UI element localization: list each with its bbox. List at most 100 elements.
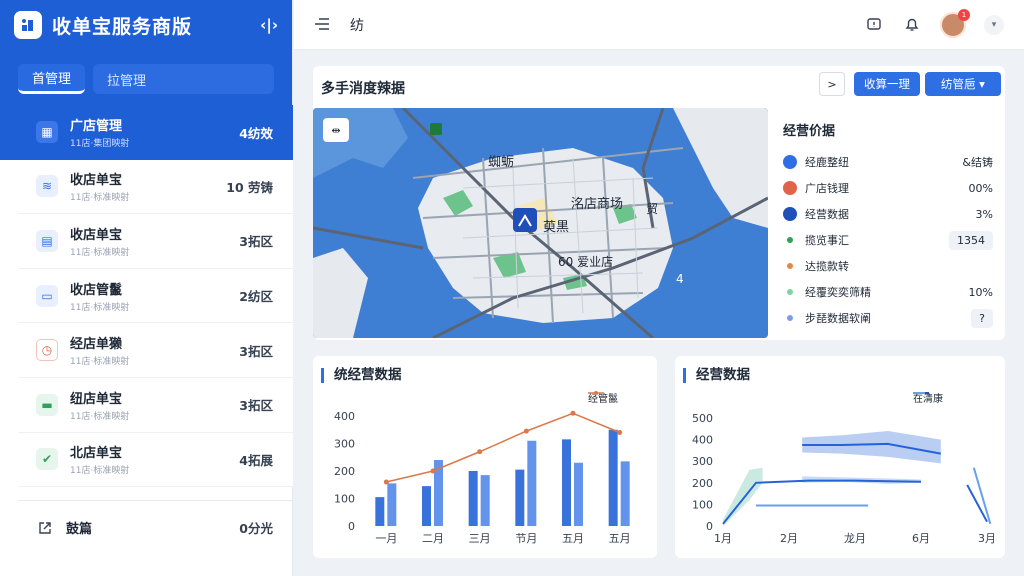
- stat-row: 步琵数据软阐?: [783, 305, 993, 331]
- collapse-icon[interactable]: ‹|›: [260, 16, 278, 34]
- brand-header: 收单宝服务商版 ‹|›: [0, 0, 292, 50]
- sidebar-item-label: 收店单宝: [70, 227, 123, 243]
- stat-label: 广店钱理: [805, 182, 849, 195]
- bar: [574, 462, 583, 526]
- bar: [480, 475, 490, 526]
- sidebar-item-label: 收店管鬣: [70, 282, 123, 298]
- stat-value: 10%: [968, 285, 993, 299]
- stat-row: 达揽款转: [783, 253, 993, 279]
- primary-button-1[interactable]: 收算一理: [854, 72, 920, 96]
- sidebar-item-bottom[interactable]: 鼓篇 0分光: [18, 500, 293, 554]
- sidebar-item-sub: 11店·集团映射: [70, 139, 130, 150]
- area-band: [802, 430, 941, 464]
- x-tick-label: 2月: [780, 532, 798, 545]
- sidebar-item-sub: 11店·标准映射: [70, 247, 130, 258]
- sidebar-item-value: 4纺效: [239, 125, 273, 141]
- bar: [620, 461, 630, 526]
- stat-icon: [783, 207, 797, 221]
- sidebar-item[interactable]: ▭ 收店管鬣 11店·标准映射 2纺区: [18, 268, 293, 324]
- stat-label: 步琵数据软阐: [805, 312, 871, 325]
- y-tick-label: 0: [706, 520, 713, 533]
- app-logo: [14, 11, 42, 39]
- sidebar-item[interactable]: ▦ 广店管理 11店·集团映射 4纺效: [0, 105, 293, 160]
- stat-label: 揽览事汇: [805, 234, 849, 247]
- sidebar-menu: ▦ 广店管理 11店·集团映射 4纺效 ≋ 收店单宝 11店·标准映射 10 劳铸 ▤ 收店单宝 1…: [0, 105, 293, 488]
- map-label: 贸: [646, 202, 658, 216]
- y-tick-label: 300: [692, 455, 713, 468]
- sidebar-item[interactable]: ✔ 北店单宝 11店·标准映射 4拓展: [18, 432, 293, 488]
- bar: [422, 486, 431, 526]
- line-series: [722, 479, 922, 525]
- y-tick-label: 400: [334, 410, 355, 423]
- sidebar-item-label: 北店单宝: [70, 446, 123, 462]
- sidebar-item-value: 3拓区: [239, 343, 273, 359]
- y-tick-label: 0: [348, 520, 355, 533]
- map-label: 4: [676, 272, 684, 286]
- line-series: [386, 412, 620, 483]
- sidebar-item-value: 3拓区: [239, 398, 273, 414]
- y-tick-label: 200: [334, 465, 355, 478]
- x-tick-label: 龙月: [844, 532, 866, 545]
- y-tick-label: 100: [692, 498, 713, 511]
- stat-value: 00%: [968, 181, 993, 195]
- y-tick-label: 200: [692, 477, 713, 490]
- stat-label: 经覆奕奕筛精: [805, 286, 871, 299]
- map-layer-icon[interactable]: ⇹: [323, 118, 349, 142]
- line-point: [383, 479, 389, 485]
- line-point: [570, 410, 576, 416]
- sidebar-item-label: 纽店单宝: [70, 391, 123, 407]
- sidebar-tab-second[interactable]: 拉管理: [93, 64, 274, 94]
- sidebar-item-value: 3拓区: [239, 234, 273, 250]
- bar-chart-card: 统经营数据 经管鬣 0 100 200 300 400 一月 二月 三月 节月 五月 五月: [313, 356, 657, 558]
- stats-panel: 经营价据 经鹿整纽 &结铸 广店钱理 00% 经营数据 3% 揽览事汇 1354 达揽款转 经覆奕…: [771, 108, 1005, 338]
- stat-value: &结铸: [962, 156, 993, 169]
- external-link-icon: [39, 521, 51, 534]
- sidebar-item[interactable]: ▤ 收店单宝 11店·标准映射 3拓区: [18, 214, 293, 269]
- chevron-down-icon[interactable]: ▾: [984, 14, 1004, 35]
- x-tick-label: 6月: [912, 532, 930, 545]
- stats-title: 经营价据: [783, 124, 836, 139]
- sidebar-item-label: 广店管理: [70, 119, 123, 135]
- sidebar-item-value: 0分光: [239, 521, 273, 536]
- avatar[interactable]: 1: [940, 8, 970, 38]
- sidebar-item-label: 收店单宝: [70, 173, 123, 189]
- sidebar-tabs: 首管理 拉管理: [0, 50, 292, 106]
- sidebar-item[interactable]: ≋ 收店单宝 11店·标准映射 10 劳铸: [18, 159, 293, 215]
- doc-icon: ▭: [36, 284, 58, 307]
- map-label: 60 爱业店: [558, 255, 613, 269]
- bar: [515, 469, 525, 526]
- y-tick-label: 100: [334, 493, 355, 506]
- sidebar-item[interactable]: ◷ 经店单獭 11店·标准映射 3拓区: [18, 323, 293, 378]
- bar: [387, 483, 397, 526]
- x-tick-label: 一月: [375, 532, 397, 545]
- stat-label: 达揽款转: [805, 260, 849, 273]
- sidebar-item-value: 4拓展: [239, 452, 273, 468]
- bar-chart: 0 100 200 300 400 一月 二月 三月 节月 五月 五月: [334, 410, 631, 545]
- wallet-icon: ▬: [36, 393, 58, 416]
- primary-button-2[interactable]: 纺管巵 ▾: [925, 72, 1001, 96]
- x-tick-label: 节月: [515, 532, 537, 545]
- message-icon[interactable]: [864, 15, 884, 35]
- sidebar-item[interactable]: ▬ 纽店单宝 11店·标准映射 3拓区: [18, 377, 293, 433]
- sidebar-tab-first[interactable]: 首管理: [18, 64, 86, 94]
- map-canvas: 蜘蛎 洺店商场 萸黒 60 爱业店 贸 4: [313, 108, 768, 338]
- bar: [468, 471, 478, 526]
- sidebar-item-label: 经店单獭: [70, 337, 123, 353]
- stat-dot: [787, 289, 793, 295]
- primary-button-2-label: 纺管巵: [941, 77, 976, 91]
- shield-icon: ✔: [36, 448, 58, 471]
- panel-title: 多手消度辣据: [321, 81, 405, 97]
- stat-row: 广店钱理 00%: [783, 175, 993, 201]
- y-tick-label: 400: [692, 434, 713, 447]
- expand-button[interactable]: >: [819, 72, 845, 96]
- stat-icon: [783, 181, 797, 195]
- bell-icon[interactable]: [902, 15, 922, 35]
- map-label: 萸黒: [543, 220, 569, 235]
- bar: [608, 429, 618, 526]
- stat-label: 经鹿整纽: [805, 156, 849, 169]
- map-view[interactable]: 蜘蛎 洺店商场 萸黒 60 爱业店 贸 4 ⇹: [313, 108, 768, 338]
- stat-value: ?: [971, 308, 993, 328]
- topbar: 纺 1 ▾: [294, 0, 1024, 50]
- menu-toggle-icon[interactable]: [314, 15, 330, 34]
- stat-value: 1354: [949, 230, 993, 250]
